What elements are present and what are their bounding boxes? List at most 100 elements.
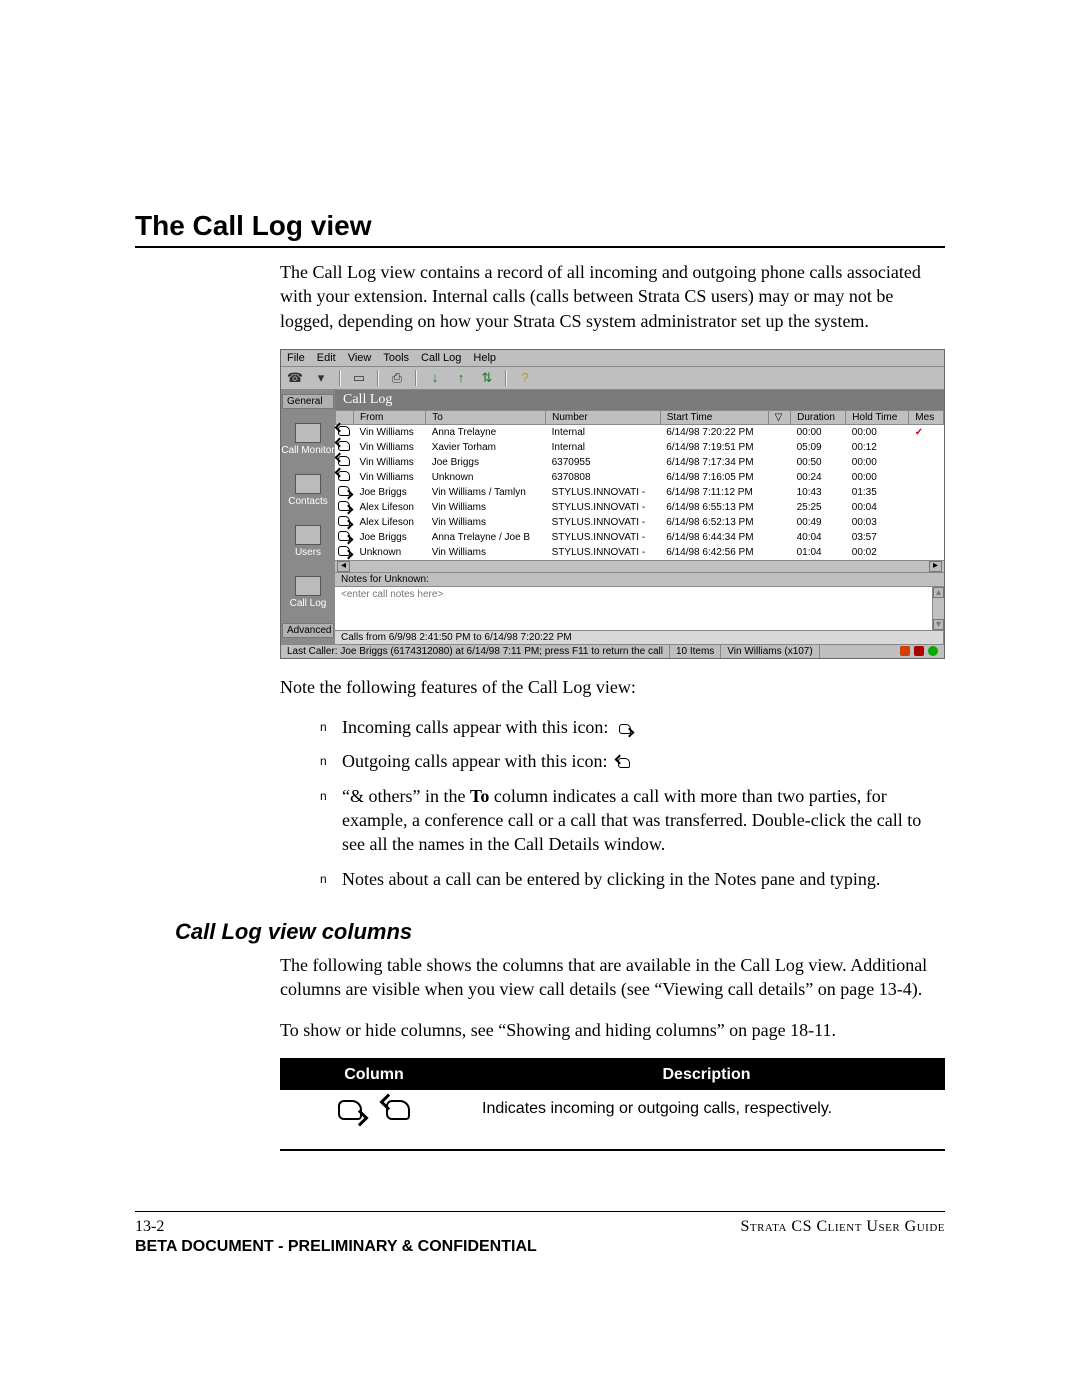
status-bar: Last Caller: Joe Briggs (6174312080) at … (281, 644, 944, 658)
table-row[interactable]: Joe BriggsVin Williams / TamlynSTYLUS.IN… (336, 485, 944, 500)
cell-number: STYLUS.INNOVATI - (546, 530, 661, 545)
nav-general[interactable]: General (282, 394, 334, 409)
phone-icon[interactable]: ☎ (287, 370, 303, 386)
cell-number: STYLUS.INNOVATI - (546, 515, 661, 530)
cell-from: Vin Williams (354, 455, 426, 470)
call-log-screenshot: File Edit View Tools Call Log Help ☎ ▾ ▭… (280, 349, 945, 659)
nav-call-monitor[interactable]: Call Monitor (281, 419, 335, 460)
table-row[interactable]: Vin WilliamsAnna TrelayneInternal6/14/98… (336, 424, 944, 440)
nav-contacts[interactable]: Contacts (281, 470, 335, 511)
down-arrow-icon[interactable]: ↓ (427, 370, 443, 386)
cell-start: 6/14/98 7:16:05 PM (660, 470, 768, 485)
status-icon-3 (928, 646, 938, 656)
cell-number: Internal (546, 424, 661, 440)
call-log-table: From To Number Start Time ▽ Duration Hol… (335, 410, 944, 560)
footer-guide-title: Strata CS Client User Guide (740, 1218, 945, 1236)
scroll-left-icon[interactable]: ◂ (337, 561, 350, 572)
cell-duration: 40:04 (791, 530, 846, 545)
cell-start: 6/14/98 6:52:13 PM (660, 515, 768, 530)
col-from[interactable]: From (354, 410, 426, 424)
hangup-icon[interactable]: ▭ (351, 370, 367, 386)
columns-table: Column Description Indicates incoming or… (280, 1058, 945, 1151)
cell-hold: 00:00 (846, 470, 909, 485)
cell-mes (909, 545, 944, 560)
bullet-others: “& others” in the To column indicates a … (342, 784, 945, 857)
nav-call-log[interactable]: Call Log (281, 572, 335, 613)
col-header-description: Description (468, 1059, 945, 1090)
cell-to: Xavier Torham (426, 440, 546, 455)
col-duration[interactable]: Duration (791, 410, 846, 424)
bullet-notes: Notes about a call can be entered by cli… (342, 867, 945, 891)
menu-tools[interactable]: Tools (383, 352, 409, 364)
menu-view[interactable]: View (348, 352, 372, 364)
outgoing-call-icon (338, 456, 350, 466)
col-to[interactable]: To (426, 410, 546, 424)
status-range: Calls from 6/9/98 2:41:50 PM to 6/14/98 … (335, 631, 944, 644)
cell-hold: 00:03 (846, 515, 909, 530)
col-hold-time[interactable]: Hold Time (846, 410, 909, 424)
cell-mes (909, 455, 944, 470)
col-cell-icons (280, 1090, 468, 1150)
notes-input[interactable]: <enter call notes here> ▴▾ (335, 587, 944, 630)
outgoing-call-icon (618, 758, 630, 768)
cell-mes (909, 440, 944, 455)
feature-bullets: n Incoming calls appear with this icon: … (320, 715, 945, 891)
cell-start: 6/14/98 7:11:12 PM (660, 485, 768, 500)
notes-v-scroll[interactable]: ▴▾ (932, 587, 944, 630)
cell-hold: 03:57 (846, 530, 909, 545)
h-scrollbar[interactable]: ◂ ▸ (335, 560, 944, 572)
page-footer: 13-2 Strata CS Client User Guide (135, 1211, 945, 1236)
col-sort-indicator[interactable]: ▽ (768, 410, 790, 424)
scroll-right-icon[interactable]: ▸ (929, 561, 942, 572)
cell-mes (909, 485, 944, 500)
outgoing-call-icon (338, 471, 350, 481)
outgoing-call-icon (338, 426, 350, 436)
table-row[interactable]: Vin WilliamsJoe Briggs63709556/14/98 7:1… (336, 455, 944, 470)
notes-header: Notes for Unknown: (335, 573, 944, 587)
cell-number: STYLUS.INNOVATI - (546, 545, 661, 560)
table-row[interactable]: Vin WilliamsUnknown63708086/14/98 7:16:0… (336, 470, 944, 485)
cell-mes (909, 500, 944, 515)
menu-call-log[interactable]: Call Log (421, 352, 461, 364)
menu-edit[interactable]: Edit (317, 352, 336, 364)
table-row[interactable]: UnknownVin WilliamsSTYLUS.INNOVATI -6/14… (336, 545, 944, 560)
show-hide-para: To show or hide columns, see “Showing an… (280, 1018, 945, 1042)
nav-sidebar: General Call Monitor Contacts Users Call… (281, 390, 335, 644)
cell-from: Joe Briggs (354, 485, 426, 500)
col-number[interactable]: Number (546, 410, 661, 424)
cell-duration: 05:09 (791, 440, 846, 455)
incoming-call-icon (338, 546, 350, 556)
cell-hold: 00:02 (846, 545, 909, 560)
cell-start: 6/14/98 7:19:51 PM (660, 440, 768, 455)
refresh-icon[interactable]: ⇅ (479, 370, 495, 386)
table-row[interactable]: Alex LifesonVin WilliamsSTYLUS.INNOVATI … (336, 515, 944, 530)
cell-number: 6370808 (546, 470, 661, 485)
outgoing-call-icon (338, 441, 350, 451)
cell-duration: 00:24 (791, 470, 846, 485)
cell-from: Joe Briggs (354, 530, 426, 545)
print-icon[interactable]: ⎙ (389, 370, 405, 386)
col-mes[interactable]: Mes (909, 410, 944, 424)
cell-hold: 00:04 (846, 500, 909, 515)
up-arrow-icon[interactable]: ↑ (453, 370, 469, 386)
col-start-time[interactable]: Start Time (660, 410, 768, 424)
heading-call-log-view: The Call Log view (135, 210, 945, 248)
menu-file[interactable]: File (287, 352, 305, 364)
nav-users[interactable]: Users (281, 521, 335, 562)
table-row[interactable]: Alex LifesonVin WilliamsSTYLUS.INNOVATI … (336, 500, 944, 515)
cell-hold: 00:12 (846, 440, 909, 455)
nav-advanced[interactable]: Advanced (282, 623, 334, 638)
dropdown-icon[interactable]: ▾ (313, 370, 329, 386)
table-row[interactable]: Joe BriggsAnna Trelayne / Joe BSTYLUS.IN… (336, 530, 944, 545)
help-icon[interactable]: ? (517, 370, 533, 386)
menu-bar: File Edit View Tools Call Log Help (281, 350, 944, 366)
footer-beta: BETA DOCUMENT - PRELIMINARY & CONFIDENTI… (135, 1238, 945, 1256)
cell-mes (909, 530, 944, 545)
cell-to: Anna Trelayne / Joe B (426, 530, 546, 545)
table-row[interactable]: Vin WilliamsXavier TorhamInternal6/14/98… (336, 440, 944, 455)
outgoing-call-icon-large (386, 1100, 410, 1120)
cell-start: 6/14/98 6:42:56 PM (660, 545, 768, 560)
menu-help[interactable]: Help (473, 352, 496, 364)
heading-columns: Call Log view columns (175, 919, 945, 945)
cell-from: Vin Williams (354, 440, 426, 455)
